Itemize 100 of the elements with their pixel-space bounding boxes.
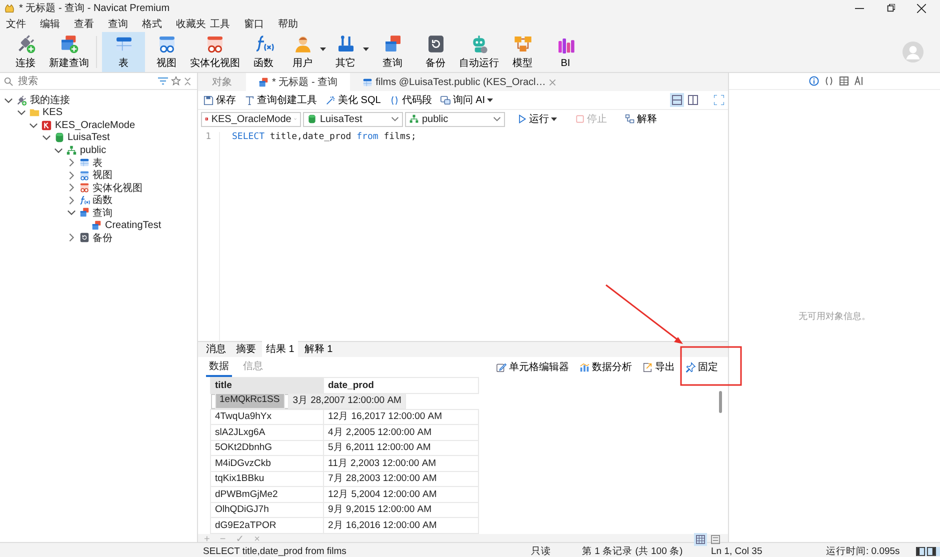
caret-icon[interactable]: [487, 97, 494, 103]
menu-item[interactable]: 收藏夹: [176, 17, 210, 31]
table-cell[interactable]: 2月 16,2016 12:00:00 AM: [324, 518, 478, 533]
tree-item[interactable]: 查询: [0, 206, 197, 219]
panel-right-icon[interactable]: [927, 546, 936, 556]
table-cell[interactable]: 11月 2,2003 12:00:00 AM: [324, 456, 478, 471]
table-cell[interactable]: 5OKt2DbnhG: [210, 440, 324, 456]
toolbar-button[interactable]: 备份: [414, 32, 457, 72]
tree-item[interactable]: 我的连接: [0, 94, 197, 106]
toolbar-button[interactable]: 解释: [619, 111, 663, 127]
chevron-down-icon[interactable]: [16, 108, 26, 118]
column-header[interactable]: date_prod: [324, 378, 478, 393]
toolbar-button[interactable]: 数据分析: [577, 360, 634, 374]
menu-item[interactable]: 帮助: [278, 17, 312, 31]
tree-item[interactable]: KES_OracleMode: [0, 119, 197, 132]
menu-item[interactable]: 查看: [74, 17, 108, 31]
chevron-down-icon[interactable]: [42, 133, 50, 142]
caret-icon[interactable]: [363, 46, 369, 52]
toolbar-button[interactable]: 实体化视图: [188, 32, 242, 72]
table-cell[interactable]: 3月 28,2007 12:00:00 AM: [288, 392, 406, 410]
tree-item[interactable]: public: [0, 144, 197, 156]
layout-toggle[interactable]: [670, 93, 684, 107]
tree-item[interactable]: 实体化视图: [0, 182, 197, 194]
panel-left-icon[interactable]: [916, 546, 925, 556]
layout-toggle[interactable]: [686, 93, 700, 107]
table-cell[interactable]: slA2JLxg6A: [210, 424, 324, 440]
toolbar-button[interactable]: 连接: [4, 32, 47, 72]
menu-item[interactable]: 窗口: [244, 17, 278, 31]
table-cell[interactable]: 12月 16,2017 12:00:00 AM: [324, 409, 478, 424]
chevron-right-icon[interactable]: [66, 170, 76, 180]
menu-item[interactable]: 编辑: [40, 17, 74, 31]
toolbar-button[interactable]: 询问 AI: [438, 93, 494, 107]
toolbar-button[interactable]: 函数: [242, 32, 285, 72]
table-cell[interactable]: 12月 5,2004 12:00:00 AM: [324, 486, 478, 502]
table-cell[interactable]: 5月 6,2011 12:00:00 AM: [324, 440, 478, 456]
tree-item[interactable]: 表: [0, 156, 197, 169]
toolbar-button[interactable]: 查询创建工具: [243, 93, 318, 107]
chevron-right-icon[interactable]: [66, 158, 76, 168]
column-header[interactable]: title: [210, 378, 324, 393]
chevron-down-icon[interactable]: [4, 96, 13, 105]
toolbar-button[interactable]: 表: [102, 32, 145, 72]
info-icon[interactable]: [809, 76, 819, 86]
menu-item[interactable]: 工具: [210, 17, 244, 31]
grid-view-toggle[interactable]: [694, 533, 707, 546]
brackets-icon[interactable]: [824, 76, 834, 86]
scrollbar-thumb[interactable]: [719, 391, 722, 413]
toolbar-button[interactable]: 固定: [683, 360, 720, 374]
toolbar-button[interactable]: 代码段: [388, 93, 433, 107]
fullscreen-icon[interactable]: [714, 95, 724, 105]
chevron-down-icon[interactable]: [29, 120, 38, 130]
menu-item[interactable]: 文件: [6, 17, 40, 31]
tree-item[interactable]: KES: [0, 106, 197, 119]
close-icon[interactable]: [917, 4, 926, 12]
toolbar-button[interactable]: 运行: [511, 111, 563, 127]
chevron-right-icon[interactable]: [66, 196, 76, 205]
table-cell[interactable]: OlhQDiGJ7h: [210, 502, 324, 518]
table-cell[interactable]: dG9E2aTPOR: [210, 518, 324, 533]
chevron-right-icon[interactable]: [66, 233, 76, 242]
table-cell[interactable]: 1eMQkRc1SS: [214, 392, 285, 410]
ai-icon[interactable]: [854, 76, 864, 86]
result-tab[interactable]: 摘要: [232, 341, 260, 357]
columns-icon[interactable]: [839, 76, 849, 86]
toolbar-button[interactable]: 模型: [501, 32, 544, 72]
star-icon[interactable]: [171, 76, 181, 86]
caret-icon[interactable]: [320, 46, 326, 52]
table-cell[interactable]: dPWBmGjMe2: [210, 486, 324, 502]
table-cell[interactable]: M4iDGvzCkb: [210, 456, 324, 471]
table-cell[interactable]: tqKix1BBku: [210, 471, 324, 486]
tree-item[interactable]: LuisaTest: [0, 132, 197, 144]
toolbar-button[interactable]: 自动运行: [457, 32, 501, 72]
toolbar-button[interactable]: 视图: [145, 32, 188, 72]
editor-tab[interactable]: films @LuisaTest.public (KES_Oracl…: [350, 73, 568, 91]
toolbar-button[interactable]: 新建查询: [47, 32, 91, 72]
editor-tab[interactable]: * 无标题 - 查询: [246, 73, 350, 91]
chevron-down-icon[interactable]: [54, 146, 63, 155]
connection-dropdown[interactable]: KES_OracleMode: [201, 112, 301, 126]
table-cell[interactable]: 4TwqUa9hYx: [210, 409, 324, 424]
tree-item[interactable]: 函数: [0, 194, 197, 206]
table-cell[interactable]: 4月 2,2005 12:00:00 AM: [324, 424, 478, 440]
collapse-icon[interactable]: [184, 76, 193, 86]
toolbar-button[interactable]: 查询: [371, 32, 414, 72]
toolbar-button[interactable]: BI: [544, 32, 587, 72]
menu-item[interactable]: 格式: [142, 17, 176, 31]
filter-icon[interactable]: [158, 76, 168, 86]
toolbar-button[interactable]: 导出: [640, 360, 677, 374]
toolbar-button[interactable]: 美化 SQL: [324, 93, 382, 107]
result-tab[interactable]: 消息: [202, 341, 230, 357]
form-view-toggle[interactable]: [709, 533, 722, 546]
toolbar-button[interactable]: 其它: [328, 32, 371, 72]
result-tab[interactable]: 解释 1: [300, 341, 337, 357]
result-tab[interactable]: 结果 1: [262, 341, 298, 357]
toolbar-button[interactable]: 保存: [202, 93, 237, 107]
toolbar-button[interactable]: 用户: [285, 32, 328, 72]
search-field[interactable]: 搜索: [16, 74, 155, 88]
connection-dropdown[interactable]: public: [405, 112, 505, 126]
caret-icon[interactable]: [551, 116, 557, 122]
table-cell[interactable]: 7月 28,2003 12:00:00 AM: [324, 471, 478, 486]
tree-item[interactable]: 视图: [0, 169, 197, 182]
connection-dropdown[interactable]: LuisaTest: [303, 112, 403, 126]
chevron-down-icon[interactable]: [66, 208, 76, 218]
